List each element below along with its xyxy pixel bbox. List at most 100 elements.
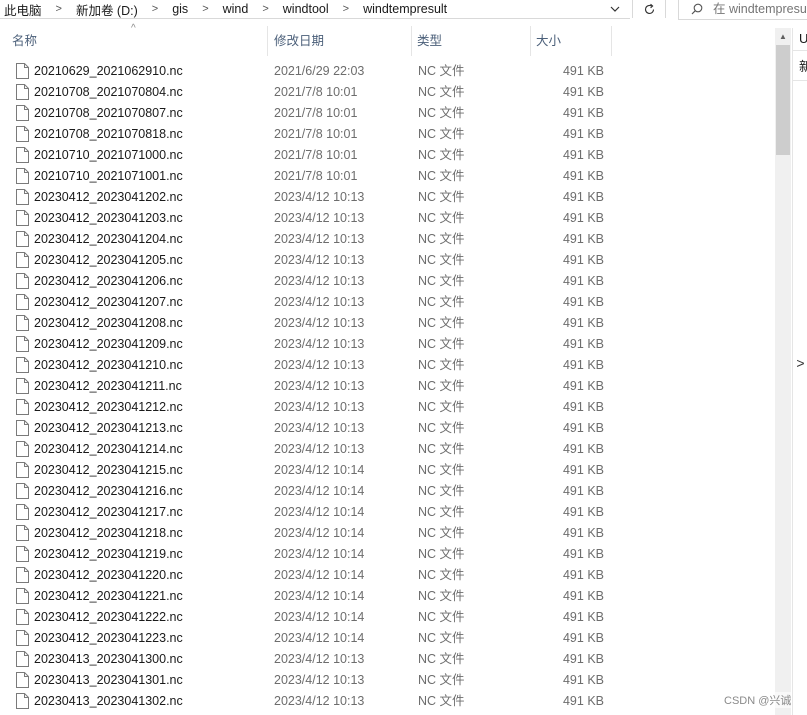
expand-pane-chevron-icon[interactable]: >	[793, 350, 807, 376]
file-type: NC 文件	[418, 127, 465, 141]
vertical-scrollbar[interactable]: ▲	[775, 28, 791, 715]
chevron-right-icon[interactable]: >	[46, 3, 72, 15]
file-size: 491 KB	[562, 211, 604, 225]
file-icon	[16, 294, 29, 310]
file-name: 20230412_2023041215.nc	[34, 463, 183, 477]
file-size: 491 KB	[562, 358, 604, 372]
file-name: 20230412_2023041213.nc	[34, 421, 183, 435]
file-size: 491 KB	[562, 589, 604, 603]
file-icon	[16, 126, 29, 142]
file-row[interactable]: 20210708_2021070818.nc 2021/7/8 10:01 NC 文…	[0, 124, 775, 145]
file-name: 20230413_2023041301.nc	[34, 673, 183, 687]
breadcrumb-this-pc[interactable]: 此电脑	[0, 0, 46, 19]
chevron-right-icon[interactable]: >	[142, 3, 168, 15]
file-name: 20210708_2021070807.nc	[34, 106, 183, 120]
scrollbar-thumb[interactable]	[776, 45, 790, 155]
file-list: 20210629_2021062910.nc 2021/6/29 22:03 NC …	[0, 61, 775, 715]
watermark: CSDN @兴诚	[724, 692, 792, 708]
detail-pane-item[interactable]: U	[793, 28, 807, 50]
search-box[interactable]	[678, 0, 807, 20]
file-row[interactable]: 20230412_2023041215.nc 2023/4/12 10:14 NC …	[0, 460, 775, 481]
scroll-up-button[interactable]: ▲	[775, 28, 791, 44]
file-type: NC 文件	[418, 673, 465, 687]
file-row[interactable]: 20230412_2023041212.nc 2023/4/12 10:13 NC …	[0, 397, 775, 418]
breadcrumb[interactable]: 此电脑 > 新加卷 (D:) > gis > wind > windtool >…	[0, 0, 630, 19]
file-row[interactable]: 20230412_2023041210.nc 2023/4/12 10:13 NC …	[0, 355, 775, 376]
breadcrumb-gis[interactable]: gis	[168, 2, 192, 16]
file-row[interactable]: 20210710_2021071001.nc 2021/7/8 10:01 NC 文…	[0, 166, 775, 187]
breadcrumb-windtempresult[interactable]: windtempresult	[359, 2, 451, 16]
file-name: 20210710_2021071001.nc	[34, 169, 183, 183]
column-header-type[interactable]: 类型	[413, 26, 531, 56]
file-icon	[16, 105, 29, 121]
column-header-date[interactable]: 修改日期	[270, 26, 412, 56]
column-header-name[interactable]: 名称	[8, 26, 268, 56]
file-row[interactable]: 20230412_2023041202.nc 2023/4/12 10:13 NC …	[0, 187, 775, 208]
file-modified-date: 2021/7/8 10:01	[274, 169, 358, 183]
column-header-size[interactable]: 大小	[532, 26, 612, 56]
breadcrumb-wind[interactable]: wind	[219, 2, 253, 16]
file-modified-date: 2023/4/12 10:13	[274, 673, 365, 687]
file-row[interactable]: 20230413_2023041300.nc 2023/4/12 10:13 NC …	[0, 649, 775, 670]
breadcrumb-windtool[interactable]: windtool	[279, 2, 333, 16]
file-row[interactable]: 20230412_2023041207.nc 2023/4/12 10:13 NC …	[0, 292, 775, 313]
file-name: 20210629_2021062910.nc	[34, 64, 183, 78]
file-type: NC 文件	[418, 253, 465, 267]
file-row[interactable]: 20230412_2023041221.nc 2023/4/12 10:14 NC …	[0, 586, 775, 607]
file-row[interactable]: 20230412_2023041220.nc 2023/4/12 10:14 NC …	[0, 565, 775, 586]
breadcrumb-drive-d[interactable]: 新加卷 (D:)	[72, 0, 142, 19]
file-icon	[16, 231, 29, 247]
file-type: NC 文件	[418, 631, 465, 645]
file-size: 491 KB	[562, 85, 604, 99]
file-row[interactable]: 20230412_2023041214.nc 2023/4/12 10:13 NC …	[0, 439, 775, 460]
file-row[interactable]: 20230412_2023041213.nc 2023/4/12 10:13 NC …	[0, 418, 775, 439]
chevron-right-icon[interactable]: >	[333, 3, 359, 15]
file-row[interactable]: 20210708_2021070807.nc 2021/7/8 10:01 NC 文…	[0, 103, 775, 124]
file-name: 20230412_2023041216.nc	[34, 484, 183, 498]
file-icon	[16, 609, 29, 625]
file-row[interactable]: 20230412_2023041222.nc 2023/4/12 10:14 NC …	[0, 607, 775, 628]
file-size: 491 KB	[562, 631, 604, 645]
file-row[interactable]: 20210708_2021070804.nc 2021/7/8 10:01 NC 文…	[0, 82, 775, 103]
file-row[interactable]: 20230412_2023041203.nc 2023/4/12 10:13 NC …	[0, 208, 775, 229]
file-row[interactable]: 20230412_2023041218.nc 2023/4/12 10:14 NC …	[0, 523, 775, 544]
file-modified-date: 2023/4/12 10:13	[274, 253, 365, 267]
file-modified-date: 2023/4/12 10:14	[274, 547, 365, 561]
file-row[interactable]: 20210710_2021071000.nc 2021/7/8 10:01 NC 文…	[0, 145, 775, 166]
file-size: 491 KB	[562, 64, 604, 78]
file-size: 491 KB	[562, 610, 604, 624]
file-row[interactable]: 20230412_2023041219.nc 2023/4/12 10:14 NC …	[0, 544, 775, 565]
file-row[interactable]: 20230412_2023041208.nc 2023/4/12 10:13 NC …	[0, 313, 775, 334]
file-row[interactable]: 20210629_2021062910.nc 2021/6/29 22:03 NC …	[0, 61, 775, 82]
file-row[interactable]: 20230412_2023041206.nc 2023/4/12 10:13 NC …	[0, 271, 775, 292]
file-icon	[16, 168, 29, 184]
file-row[interactable]: 20230412_2023041216.nc 2023/4/12 10:14 NC …	[0, 481, 775, 502]
file-size: 491 KB	[562, 547, 604, 561]
file-size: 491 KB	[562, 694, 604, 708]
file-row[interactable]: 20230413_2023041301.nc 2023/4/12 10:13 NC …	[0, 670, 775, 691]
file-row[interactable]: 20230413_2023041302.nc 2023/4/12 10:13 NC …	[0, 691, 775, 712]
chevron-right-icon[interactable]: >	[192, 3, 218, 15]
file-row[interactable]: 20230412_2023041204.nc 2023/4/12 10:13 NC …	[0, 229, 775, 250]
file-icon	[16, 462, 29, 478]
file-name: 20230412_2023041211.nc	[34, 379, 182, 393]
refresh-button[interactable]	[632, 0, 666, 18]
file-row[interactable]: 20230412_2023041217.nc 2023/4/12 10:14 NC …	[0, 502, 775, 523]
file-type: NC 文件	[418, 610, 465, 624]
chevron-right-icon[interactable]: >	[252, 3, 278, 15]
file-type: NC 文件	[418, 337, 465, 351]
detail-pane-item[interactable]: 新	[793, 56, 807, 78]
file-row[interactable]: 20230412_2023041223.nc 2023/4/12 10:14 NC …	[0, 628, 775, 649]
search-input[interactable]	[713, 2, 807, 16]
file-row[interactable]: 20230412_2023041211.nc 2023/4/12 10:13 NC …	[0, 376, 775, 397]
address-history-dropdown[interactable]	[603, 0, 627, 18]
file-row[interactable]: 20230412_2023041209.nc 2023/4/12 10:13 NC …	[0, 334, 775, 355]
file-size: 491 KB	[562, 673, 604, 687]
file-row[interactable]: 20230412_2023041205.nc 2023/4/12 10:13 NC …	[0, 250, 775, 271]
file-name: 20230412_2023041210.nc	[34, 358, 183, 372]
file-modified-date: 2023/4/12 10:13	[274, 274, 365, 288]
file-type: NC 文件	[418, 547, 465, 561]
file-modified-date: 2023/4/12 10:14	[274, 484, 365, 498]
file-size: 491 KB	[562, 379, 604, 393]
file-type: NC 文件	[418, 106, 465, 120]
